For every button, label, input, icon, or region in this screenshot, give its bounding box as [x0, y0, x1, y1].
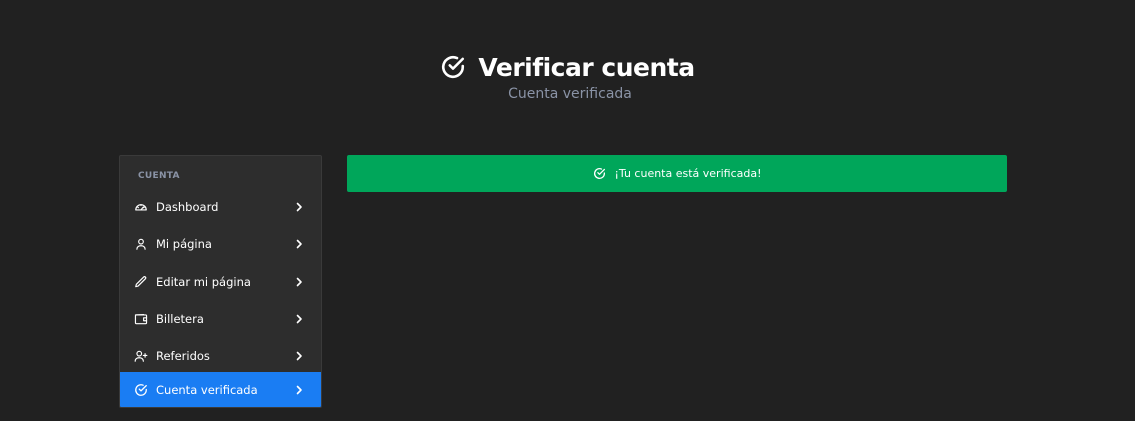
sidebar-item-label: Billetera — [156, 311, 204, 326]
dashboard-gauge-icon — [134, 200, 148, 214]
sidebar-item-label: Referidos — [156, 348, 210, 363]
sidebar-heading: CUENTA — [138, 171, 180, 181]
sidebar-item-dashboard[interactable]: Dashboard — [120, 188, 321, 225]
sidebar-item-editar-mi-pagina[interactable]: Editar mi página — [120, 263, 321, 300]
sidebar-item-mi-pagina[interactable]: Mi página — [120, 225, 321, 262]
chevron-right-icon — [294, 277, 304, 287]
sidebar-item-cuenta-verificada[interactable]: Cuenta verificada — [120, 372, 321, 407]
page-title: Verificar cuenta — [478, 52, 695, 82]
check-circle-icon — [134, 383, 148, 397]
chevron-right-icon — [294, 314, 304, 324]
sidebar-item-referidos[interactable]: Referidos — [120, 337, 321, 374]
page-header: Verificar cuenta Cuenta verificada — [0, 52, 1135, 102]
pencil-icon — [134, 275, 148, 289]
chevron-right-icon — [294, 239, 304, 249]
title-row: Verificar cuenta — [0, 52, 1135, 82]
sidebar-item-label: Dashboard — [156, 199, 219, 214]
page-subtitle: Cuenta verificada — [508, 86, 632, 102]
account-sidebar: CUENTA Dashboard Mi página Editar mi pág… — [119, 155, 322, 408]
sidebar-item-billetera[interactable]: Billetera — [120, 300, 321, 337]
user-icon — [134, 237, 148, 251]
chevron-right-icon — [294, 351, 304, 361]
page: Verificar cuenta Cuenta verificada CUENT… — [0, 0, 1135, 421]
verified-success-alert: ¡Tu cuenta está verificada! — [347, 155, 1007, 192]
check-circle-icon — [593, 167, 606, 180]
wallet-icon — [134, 312, 148, 326]
user-plus-icon — [134, 349, 148, 363]
sidebar-item-label: Mi página — [156, 236, 212, 251]
alert-message: ¡Tu cuenta está verificada! — [614, 167, 762, 180]
sidebar-item-label: Cuenta verificada — [156, 383, 258, 397]
chevron-right-icon — [294, 202, 304, 212]
check-circle-icon — [440, 54, 466, 80]
chevron-right-icon — [294, 385, 304, 395]
sidebar-item-label: Editar mi página — [156, 274, 251, 289]
